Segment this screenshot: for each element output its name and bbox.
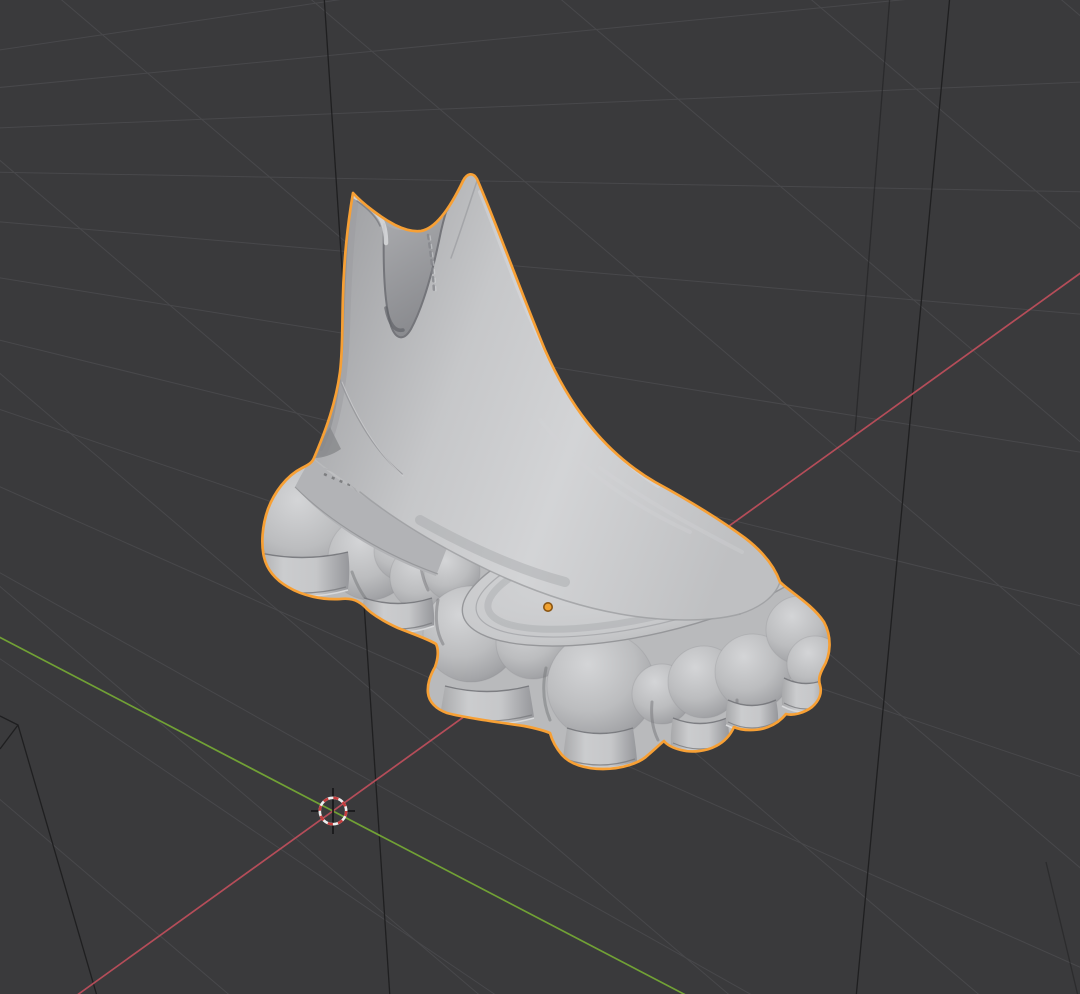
viewport-canvas[interactable]	[0, 0, 1080, 994]
object-origin-icon	[544, 603, 552, 611]
viewport[interactable]	[0, 0, 1080, 994]
object-origin	[543, 602, 553, 612]
